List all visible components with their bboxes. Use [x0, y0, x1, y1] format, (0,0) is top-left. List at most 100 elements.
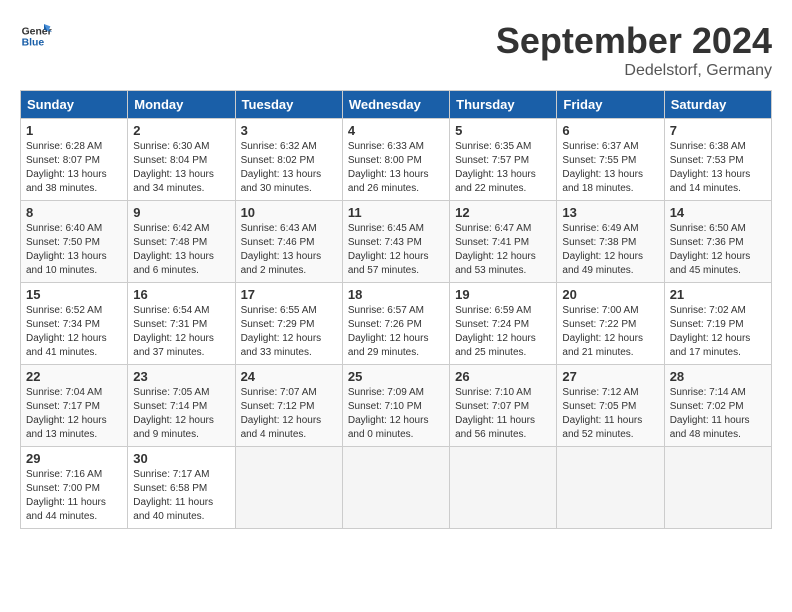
- day-number: 13: [562, 205, 658, 220]
- location: Dedelstorf, Germany: [496, 62, 772, 80]
- calendar-cell: 18Sunrise: 6:57 AMSunset: 7:26 PMDayligh…: [342, 283, 449, 365]
- weekday-header-friday: Friday: [557, 91, 664, 119]
- cell-info: Sunrise: 6:54 AMSunset: 7:31 PMDaylight:…: [133, 304, 229, 360]
- day-number: 6: [562, 123, 658, 138]
- cell-info: Sunrise: 6:42 AMSunset: 7:48 PMDaylight:…: [133, 222, 229, 278]
- calendar-week-row: 8 Sunrise: 6:40 AMSunset: 7:50 PMDaylight…: [21, 201, 772, 283]
- weekday-header-saturday: Saturday: [664, 91, 771, 119]
- day-number: 17: [241, 287, 337, 302]
- calendar-cell: 16 Sunrise: 6:54 AMSunset: 7:31 PMDayligh…: [128, 283, 235, 365]
- calendar-week-row: 22 Sunrise: 7:04 AMSunset: 7:17 PMDayligh…: [21, 365, 772, 447]
- cell-info: Sunrise: 7:17 AMSunset: 6:58 PMDaylight:…: [133, 468, 229, 524]
- calendar-cell: 28 Sunrise: 7:14 AMSunset: 7:02 PMDayligh…: [664, 365, 771, 447]
- day-number: 18: [348, 287, 444, 302]
- cell-info: Sunrise: 6:47 AMSunset: 7:41 PMDaylight:…: [455, 222, 551, 278]
- calendar-cell: 9 Sunrise: 6:42 AMSunset: 7:48 PMDaylight…: [128, 201, 235, 283]
- weekday-header-thursday: Thursday: [450, 91, 557, 119]
- calendar-cell: 17 Sunrise: 6:55 AMSunset: 7:29 PMDayligh…: [235, 283, 342, 365]
- day-number: 25: [348, 369, 444, 384]
- cell-info: Sunrise: 7:12 AMSunset: 7:05 PMDaylight:…: [562, 386, 658, 442]
- day-number: 12: [455, 205, 551, 220]
- svg-text:Blue: Blue: [22, 38, 45, 49]
- day-number: 14: [670, 205, 766, 220]
- calendar-cell: 14 Sunrise: 6:50 AMSunset: 7:36 PMDayligh…: [664, 201, 771, 283]
- cell-info: Sunrise: 6:52 AMSunset: 7:34 PMDaylight:…: [26, 304, 122, 360]
- calendar-cell: 10 Sunrise: 6:43 AMSunset: 7:46 PMDayligh…: [235, 201, 342, 283]
- day-number: 19: [455, 287, 551, 302]
- calendar-cell: [450, 447, 557, 529]
- day-number: 4: [348, 123, 444, 138]
- cell-info: Sunrise: 7:14 AMSunset: 7:02 PMDaylight:…: [670, 386, 766, 442]
- cell-info: Sunrise: 6:32 AMSunset: 8:02 PMDaylight:…: [241, 140, 337, 196]
- weekday-header-tuesday: Tuesday: [235, 91, 342, 119]
- calendar-cell: [342, 447, 449, 529]
- weekday-header-monday: Monday: [128, 91, 235, 119]
- day-number: 24: [241, 369, 337, 384]
- day-number: 16: [133, 287, 229, 302]
- cell-info: Sunrise: 6:37 AMSunset: 7:55 PMDaylight:…: [562, 140, 658, 196]
- title-area: September 2024 Dedelstorf, Germany: [496, 20, 772, 80]
- calendar-table: SundayMondayTuesdayWednesdayThursdayFrid…: [20, 90, 772, 529]
- calendar-cell: 8 Sunrise: 6:40 AMSunset: 7:50 PMDaylight…: [21, 201, 128, 283]
- day-number: 26: [455, 369, 551, 384]
- cell-info: Sunrise: 7:02 AMSunset: 7:19 PMDaylight:…: [670, 304, 766, 360]
- day-number: 29: [26, 451, 122, 466]
- calendar-cell: 13 Sunrise: 6:49 AMSunset: 7:38 PMDayligh…: [557, 201, 664, 283]
- day-number: 9: [133, 205, 229, 220]
- day-number: 10: [241, 205, 337, 220]
- cell-info: Sunrise: 7:04 AMSunset: 7:17 PMDaylight:…: [26, 386, 122, 442]
- cell-info: Sunrise: 7:10 AMSunset: 7:07 PMDaylight:…: [455, 386, 551, 442]
- cell-info: Sunrise: 6:40 AMSunset: 7:50 PMDaylight:…: [26, 222, 122, 278]
- calendar-cell: 27 Sunrise: 7:12 AMSunset: 7:05 PMDayligh…: [557, 365, 664, 447]
- day-number: 8: [26, 205, 122, 220]
- calendar-week-row: 1 Sunrise: 6:28 AMSunset: 8:07 PMDaylight…: [21, 119, 772, 201]
- calendar-cell: 6 Sunrise: 6:37 AMSunset: 7:55 PMDaylight…: [557, 119, 664, 201]
- weekday-header-row: SundayMondayTuesdayWednesdayThursdayFrid…: [21, 91, 772, 119]
- cell-info: Sunrise: 6:55 AMSunset: 7:29 PMDaylight:…: [241, 304, 337, 360]
- calendar-cell: 23 Sunrise: 7:05 AMSunset: 7:14 PMDayligh…: [128, 365, 235, 447]
- cell-info: Sunrise: 7:09 AMSunset: 7:10 PMDaylight:…: [348, 386, 444, 442]
- logo-icon: General Blue: [20, 20, 52, 52]
- calendar-cell: 4 Sunrise: 6:33 AMSunset: 8:00 PMDaylight…: [342, 119, 449, 201]
- calendar-cell: 19Sunrise: 6:59 AMSunset: 7:24 PMDayligh…: [450, 283, 557, 365]
- cell-info: Sunrise: 6:49 AMSunset: 7:38 PMDaylight:…: [562, 222, 658, 278]
- calendar-cell: 29 Sunrise: 7:16 AMSunset: 7:00 PMDayligh…: [21, 447, 128, 529]
- calendar-week-row: 29 Sunrise: 7:16 AMSunset: 7:00 PMDayligh…: [21, 447, 772, 529]
- calendar-cell: 5 Sunrise: 6:35 AMSunset: 7:57 PMDaylight…: [450, 119, 557, 201]
- day-number: 23: [133, 369, 229, 384]
- day-number: 5: [455, 123, 551, 138]
- calendar-cell: 12 Sunrise: 6:47 AMSunset: 7:41 PMDayligh…: [450, 201, 557, 283]
- cell-info: Sunrise: 6:43 AMSunset: 7:46 PMDaylight:…: [241, 222, 337, 278]
- day-number: 11: [348, 205, 444, 220]
- cell-info: Sunrise: 6:38 AMSunset: 7:53 PMDaylight:…: [670, 140, 766, 196]
- logo: General Blue: [20, 20, 52, 52]
- calendar-cell: 15 Sunrise: 6:52 AMSunset: 7:34 PMDayligh…: [21, 283, 128, 365]
- day-number: 1: [26, 123, 122, 138]
- day-number: 30: [133, 451, 229, 466]
- calendar-cell: [664, 447, 771, 529]
- cell-info: Sunrise: 6:33 AMSunset: 8:00 PMDaylight:…: [348, 140, 444, 196]
- calendar-cell: 7 Sunrise: 6:38 AMSunset: 7:53 PMDaylight…: [664, 119, 771, 201]
- day-number: 22: [26, 369, 122, 384]
- cell-info: Sunrise: 7:16 AMSunset: 7:00 PMDaylight:…: [26, 468, 122, 524]
- day-number: 15: [26, 287, 122, 302]
- calendar-cell: 11Sunrise: 6:45 AMSunset: 7:43 PMDayligh…: [342, 201, 449, 283]
- day-number: 21: [670, 287, 766, 302]
- cell-info: Sunrise: 6:35 AMSunset: 7:57 PMDaylight:…: [455, 140, 551, 196]
- cell-info: Sunrise: 7:05 AMSunset: 7:14 PMDaylight:…: [133, 386, 229, 442]
- cell-info: Sunrise: 7:00 AMSunset: 7:22 PMDaylight:…: [562, 304, 658, 360]
- day-number: 2: [133, 123, 229, 138]
- cell-info: Sunrise: 6:50 AMSunset: 7:36 PMDaylight:…: [670, 222, 766, 278]
- calendar-cell: 1 Sunrise: 6:28 AMSunset: 8:07 PMDaylight…: [21, 119, 128, 201]
- day-number: 27: [562, 369, 658, 384]
- month-title: September 2024: [496, 20, 772, 62]
- day-number: 28: [670, 369, 766, 384]
- calendar-cell: 3Sunrise: 6:32 AMSunset: 8:02 PMDaylight…: [235, 119, 342, 201]
- day-number: 7: [670, 123, 766, 138]
- cell-info: Sunrise: 7:07 AMSunset: 7:12 PMDaylight:…: [241, 386, 337, 442]
- calendar-cell: [235, 447, 342, 529]
- calendar-cell: 21 Sunrise: 7:02 AMSunset: 7:19 PMDayligh…: [664, 283, 771, 365]
- cell-info: Sunrise: 6:28 AMSunset: 8:07 PMDaylight:…: [26, 140, 122, 196]
- calendar-cell: 25 Sunrise: 7:09 AMSunset: 7:10 PMDayligh…: [342, 365, 449, 447]
- calendar-cell: 24 Sunrise: 7:07 AMSunset: 7:12 PMDayligh…: [235, 365, 342, 447]
